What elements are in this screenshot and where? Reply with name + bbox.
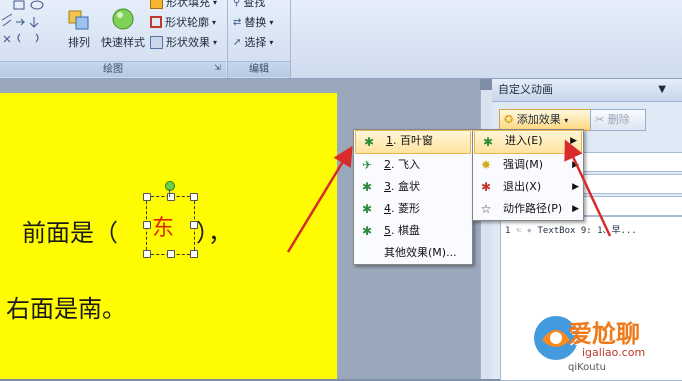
animation-list-item[interactable]: 1 ☜ ✧ TextBox 9: 1、早... — [505, 223, 637, 236]
rotate-handle-stem — [169, 189, 170, 197]
select-button[interactable]: ➚ 选择 ▾ — [233, 34, 273, 50]
star-effect-icon: ✱ — [361, 224, 373, 238]
star-effect-icon: ✪ — [504, 113, 514, 126]
effect-item-checkerboard[interactable]: ✱ 5. 棋盘 — [354, 220, 472, 242]
ribbon: 排列 快速样式 形状填充 ▾ 形状轮廓 ▾ 形状效果 ▾ ⚲ 查找 ⇄ 替换 ▾ ➚ 选… — [0, 0, 682, 79]
submenu-arrow-icon: ▶ — [572, 204, 579, 214]
menu-item-entrance[interactable]: ✱ 进入(E) ▶ — [474, 130, 582, 154]
delete-icon: ✂ — [595, 113, 605, 126]
quick-styles-icon — [112, 8, 134, 30]
replace-icon: ⇄ — [233, 16, 242, 28]
replace-button[interactable]: ⇄ 替换 ▾ — [233, 14, 273, 30]
slide-line-1-prefix: 前面是（ — [22, 219, 118, 247]
pane-title: 自定义动画 — [498, 83, 553, 96]
pane-header: 自定义动画 ▼ — [492, 79, 682, 102]
shape-fill-button[interactable]: 形状填充 ▾ — [150, 0, 217, 10]
shapes-icon — [1, 0, 44, 43]
shape-effects-label: 形状效果 — [166, 36, 210, 49]
star-effect-icon: ✱ — [361, 202, 373, 216]
find-button[interactable]: ⚲ 查找 — [233, 0, 265, 10]
pencil-icon — [150, 16, 162, 28]
shape-outline-button[interactable]: 形状轮廓 ▾ — [150, 14, 216, 30]
resize-handle[interactable] — [143, 193, 151, 201]
slide-line-1-suffix: ）， — [196, 219, 232, 247]
effect-item-diamond[interactable]: ✱ 4. 菱形 — [354, 198, 472, 220]
menu-item-emphasis[interactable]: ✸ 强调(M) ▶ — [473, 154, 583, 176]
shape-effects-icon — [150, 35, 163, 49]
resize-handle[interactable] — [190, 193, 198, 201]
paint-bucket-icon — [150, 0, 163, 9]
resize-handle[interactable] — [190, 221, 198, 229]
add-effect-menu: ✱ 进入(E) ▶ ✸ 强调(M) ▶ ✱ 退出(X) ▶ ☆ 动作路径(P) … — [472, 129, 584, 221]
entrance-icon: ✱ — [482, 135, 494, 149]
watermark: 爱尬聊 igaliao.com qiKoutu — [528, 290, 678, 379]
watermark-url: igaliao.com — [580, 346, 648, 359]
effect-item-blinds[interactable]: ✱ 1. 百叶窗 — [355, 130, 471, 154]
add-effect-button[interactable]: ✪ 添加效果 ▾ — [499, 109, 593, 131]
highlighted-character: 东 — [152, 216, 175, 241]
shapes-gallery[interactable] — [0, 0, 60, 52]
effect-item-fly-in[interactable]: ✈ 2. 飞入 — [354, 154, 472, 176]
star-effect-icon: ✱ — [361, 180, 373, 194]
submenu-arrow-icon: ▶ — [572, 182, 579, 192]
slide-line-2: 右面是南。 — [6, 295, 126, 323]
resize-handle[interactable] — [143, 250, 151, 258]
menu-item-exit[interactable]: ✱ 退出(X) ▶ — [473, 176, 583, 198]
shape-effects-button[interactable]: 形状效果 ▾ — [150, 34, 217, 50]
delete-button[interactable]: ✂ 删除 — [590, 109, 646, 131]
effect-item-box[interactable]: ✱ 3. 盒状 — [354, 176, 472, 198]
more-effects-item[interactable]: 其他效果(M)... — [354, 242, 472, 264]
resize-handle[interactable] — [167, 250, 175, 258]
menu-item-motion-path[interactable]: ☆ 动作路径(P) ▶ — [473, 198, 583, 220]
resize-handle[interactable] — [190, 250, 198, 258]
emphasis-icon: ✸ — [480, 158, 492, 172]
shape-outline-label: 形状轮廓 — [165, 16, 209, 29]
find-label: 查找 — [243, 0, 266, 9]
arrange-icon — [68, 10, 89, 30]
editing-group-label: 编辑 — [228, 61, 290, 77]
watermark-extra: qiKoutu — [568, 362, 606, 373]
rotate-handle[interactable] — [165, 181, 175, 191]
drawing-group-label: 绘图 — [0, 61, 226, 77]
ribbon-separator — [290, 0, 291, 78]
submenu-arrow-icon: ▶ — [572, 160, 579, 170]
star-effect-icon: ✱ — [363, 135, 375, 149]
arrange-button[interactable]: 排列 — [62, 0, 96, 50]
submenu-arrow-icon: ▶ — [570, 136, 577, 146]
shape-fill-label: 形状填充 — [166, 0, 210, 9]
quick-styles-label: 快速样式 — [101, 36, 145, 49]
exit-icon: ✱ — [480, 180, 492, 194]
cursor-icon: ➚ — [233, 36, 242, 48]
pane-menu-icon[interactable]: ▼ — [658, 79, 666, 101]
entrance-effects-submenu: ✱ 1. 百叶窗 ✈ 2. 飞入 ✱ 3. 盒状 ✱ 4. 菱形 ✱ 5. 棋盘… — [353, 129, 473, 265]
motion-path-icon: ☆ — [480, 202, 492, 216]
delete-label: 删除 — [607, 113, 630, 126]
resize-handle[interactable] — [143, 221, 151, 229]
dialog-launcher-icon[interactable]: ⇲ — [214, 63, 221, 72]
add-effect-label: 添加效果 — [516, 113, 561, 126]
binoculars-icon: ⚲ — [233, 0, 241, 8]
fly-in-icon: ✈ — [361, 158, 373, 172]
replace-label: 替换 — [244, 16, 267, 29]
quick-styles-button[interactable]: 快速样式 — [100, 0, 146, 50]
arrange-label: 排列 — [68, 36, 90, 49]
watermark-brand: 爱尬聊 — [568, 320, 640, 348]
select-label: 选择 — [244, 36, 267, 49]
